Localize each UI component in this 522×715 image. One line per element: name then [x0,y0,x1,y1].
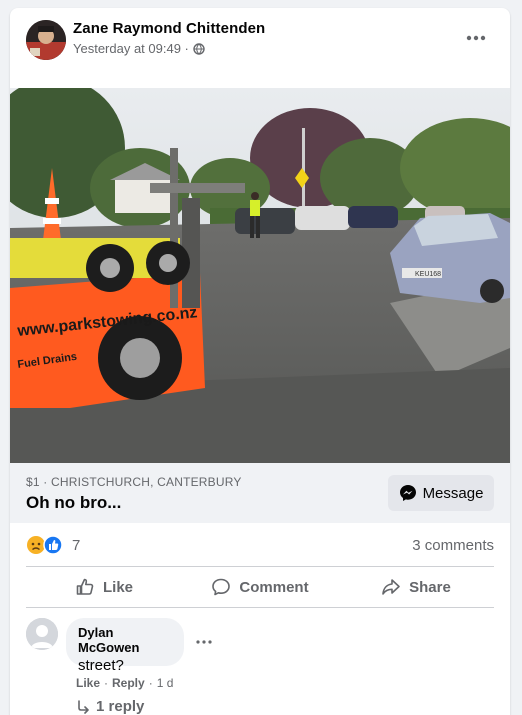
replies-count: 1 reply [96,698,145,715]
share-icon [382,579,400,595]
thumbs-up-icon [76,578,94,595]
messenger-icon [399,485,416,501]
comment-reply-link[interactable]: Reply [112,676,145,690]
comment-item: Dylan McGowen street? Like · Reply · 1 d… [26,618,496,715]
author-name[interactable]: Zane Raymond Chittenden [73,20,265,37]
like-button-label: Like [102,578,133,596]
default-avatar-icon [26,618,58,650]
more-horizontal-icon [466,35,486,41]
post-meta: Yesterday at 09:49 · [73,41,205,56]
reply-arrow-icon [78,699,89,714]
separator: · [148,676,153,690]
share-button-label: Share [409,578,451,596]
comment-bubble: Dylan McGowen street? [66,618,184,674]
comment-icon [212,578,231,596]
author-avatar[interactable] [26,20,66,60]
comment-more-button[interactable] [192,632,216,652]
commenter-name[interactable]: Dylan McGowen [78,625,172,655]
post-card: Zane Raymond Chittenden Yesterday at 09:… [10,8,510,715]
commenter-avatar[interactable] [26,618,58,650]
car-plate-text: KEU168 [415,271,441,278]
comment-like-link[interactable]: Like [76,676,100,690]
post-header: Zane Raymond Chittenden Yesterday at 09:… [10,8,510,88]
comment-meta: Like · Reply · 1 d [76,676,173,690]
comment-button-label: Comment [239,578,309,596]
more-horizontal-icon [196,640,212,644]
post-more-button[interactable] [458,26,494,50]
comment-button[interactable]: Comment [182,567,338,607]
message-button-label: Message [422,484,484,502]
like-reaction-icon [43,535,63,555]
author-avatar-image [26,20,66,60]
post-actions: Like Comment Share [26,566,494,608]
like-button[interactable]: Like [26,567,182,607]
reaction-icons[interactable] [26,535,63,555]
reaction-count[interactable]: 7 [72,537,80,554]
globe-icon [193,42,205,55]
listing-price-location: $1 · CHRISTCHURCH, CANTERBURY [26,475,242,489]
comment-text: street? [78,657,124,674]
marketplace-listing[interactable]: $1 · CHRISTCHURCH, CANTERBURY Oh no bro.… [10,463,510,523]
comment-age[interactable]: 1 d [157,676,174,690]
share-button[interactable]: Share [338,567,494,607]
comments-count[interactable]: 3 comments [412,537,494,554]
tow-truck-street-photo: www.parkstowing.co.nz Fuel Drains KEU168 [10,88,510,463]
message-button[interactable]: Message [388,475,494,511]
post-timestamp[interactable]: Yesterday at 09:49 · [73,41,189,56]
view-replies-link[interactable]: 1 reply [76,698,144,715]
reactions-bar: 7 3 comments [10,523,510,567]
separator: · [104,676,109,690]
post-photo[interactable]: www.parkstowing.co.nz Fuel Drains KEU168 [10,88,510,463]
listing-title[interactable]: Oh no bro... [26,493,121,513]
